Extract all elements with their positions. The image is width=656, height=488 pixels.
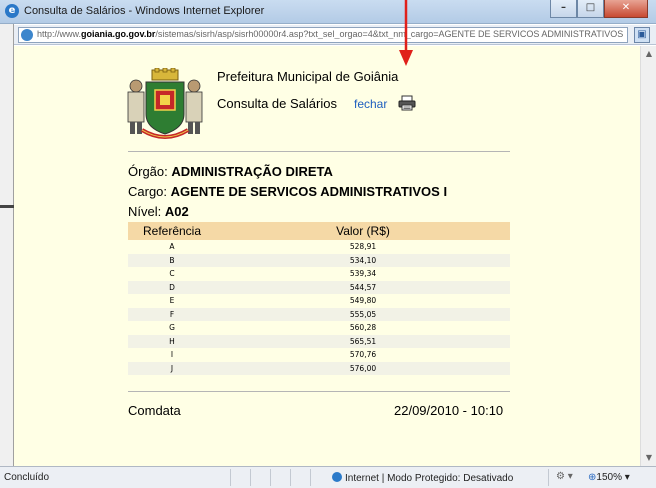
address-bar: http://www.goiania.go.gov.br/sistemas/si…: [14, 25, 656, 45]
table-header-row: Referência Valor (R$): [128, 222, 510, 240]
status-separator: [230, 469, 231, 486]
page-subtitle: Consulta de Salários: [217, 96, 337, 111]
cargo-line: Cargo: AGENTE DE SERVICOS ADMINISTRATIVO…: [128, 184, 447, 199]
value-cell: 549,80: [349, 296, 377, 305]
title-bar: e Consulta de Salários - Windows Interne…: [0, 0, 656, 24]
column-header-reference: Referência: [128, 222, 216, 240]
table-row: B 534,10: [128, 253, 510, 267]
reference-cell: C: [169, 269, 175, 278]
minimize-button[interactable]: –: [550, 0, 577, 18]
footer-source: Comdata: [128, 403, 181, 418]
reference-cell: A: [169, 242, 175, 251]
orgao-value: ADMINISTRAÇÃO DIRETA: [171, 164, 333, 179]
settings-dropdown-icon[interactable]: ⚙ ▾: [556, 471, 573, 482]
footer-timestamp: 22/09/2010 - 10:10: [394, 403, 504, 418]
globe-icon: [332, 472, 342, 482]
cargo-label: Cargo:: [128, 184, 168, 199]
reference-cell: E: [169, 296, 175, 305]
table-row: E 549,80: [128, 294, 510, 308]
reference-cell: F: [128, 307, 216, 321]
value-cell: 544,57: [216, 280, 510, 294]
value-cell: 528,91: [349, 242, 377, 251]
url-prefix: http://www.: [37, 29, 82, 39]
value-cell: 570,76: [349, 350, 377, 359]
url-field[interactable]: http://www.goiania.go.gov.br/sistemas/si…: [18, 27, 628, 43]
footer-divider: [128, 391, 510, 392]
browser-window: e Consulta de Salários - Windows Interne…: [0, 0, 656, 488]
table-row: A 528,91: [128, 240, 510, 254]
table-row: J 576,00: [128, 361, 510, 375]
zoom-control[interactable]: ⊕150% ▾: [588, 472, 630, 483]
city-coat-of-arms-logo: [127, 68, 203, 139]
zoom-level: 150%: [596, 472, 622, 483]
reference-cell: H: [128, 334, 216, 348]
nivel-label: Nível:: [128, 204, 162, 219]
orgao-line: Órgão: ADMINISTRAÇÃO DIRETA: [128, 164, 333, 179]
status-separator: [548, 469, 549, 486]
url-rest: /sistemas/sisrh/asp/sisrh00000r4.asp?txt…: [155, 29, 625, 39]
value-cell: 539,34: [349, 269, 377, 278]
maximize-button[interactable]: □: [577, 0, 604, 18]
url-text: http://www.goiania.go.gov.br/sistemas/si…: [37, 29, 625, 39]
orgao-label: Órgão:: [128, 164, 168, 179]
table-row: D 544,57: [128, 280, 510, 294]
status-separator: [290, 469, 291, 486]
status-separator: [270, 469, 271, 486]
vertical-scrollbar[interactable]: ▲ ▼: [640, 46, 656, 466]
value-cell: 555,05: [216, 307, 510, 321]
status-separator: [250, 469, 251, 486]
close-link[interactable]: fechar: [354, 97, 387, 111]
printer-icon[interactable]: [398, 95, 416, 111]
cargo-value: AGENTE DE SERVICOS ADMINISTRATIVOS I: [170, 184, 448, 199]
status-bar: Concluído Internet | Modo Protegido: Des…: [0, 466, 656, 488]
reference-cell: B: [128, 253, 216, 267]
ie-icon: e: [5, 4, 19, 18]
url-domain: goiania.go.gov.br: [81, 29, 156, 39]
header-divider: [128, 151, 510, 152]
value-cell: 534,10: [216, 253, 510, 267]
annotation-arrow-icon: [399, 0, 413, 66]
value-cell: 560,28: [349, 323, 377, 332]
table-row: G 560,28: [128, 321, 510, 335]
page-icon: [21, 29, 33, 41]
status-text: Concluído: [4, 472, 50, 483]
value-cell: 565,51: [216, 334, 510, 348]
table-row: H 565,51: [128, 334, 510, 348]
window-title: Consulta de Salários - Windows Internet …: [24, 5, 265, 17]
table-row: F 555,05: [128, 307, 510, 321]
security-zone-label: Internet | Modo Protegido: Desativado: [345, 473, 514, 484]
value-cell: 576,00: [216, 361, 510, 375]
status-separator: [310, 469, 311, 486]
column-header-value: Valor (R$): [216, 222, 510, 240]
reference-cell: J: [128, 361, 216, 375]
close-window-button[interactable]: ✕: [604, 0, 648, 18]
window-controls: – □ ✕: [550, 0, 648, 19]
salary-table: Referência Valor (R$) A 528,91 B 534,10 C 5…: [128, 222, 510, 375]
organization-name: Prefeitura Municipal de Goiânia: [217, 69, 399, 84]
scroll-down-arrow-icon[interactable]: ▼: [641, 450, 656, 466]
nivel-value: A02: [164, 204, 189, 219]
scroll-up-arrow-icon[interactable]: ▲: [641, 46, 656, 62]
reference-cell: I: [170, 350, 174, 359]
table-row: I 570,76: [128, 348, 510, 362]
compatibility-view-icon[interactable]: ▣: [634, 27, 650, 43]
nivel-line: Nível: A02: [128, 204, 189, 219]
security-zone[interactable]: Internet | Modo Protegido: Desativado: [332, 472, 513, 484]
reference-cell: D: [128, 280, 216, 294]
table-row: C 539,34: [128, 267, 510, 281]
reference-cell: G: [169, 323, 175, 332]
